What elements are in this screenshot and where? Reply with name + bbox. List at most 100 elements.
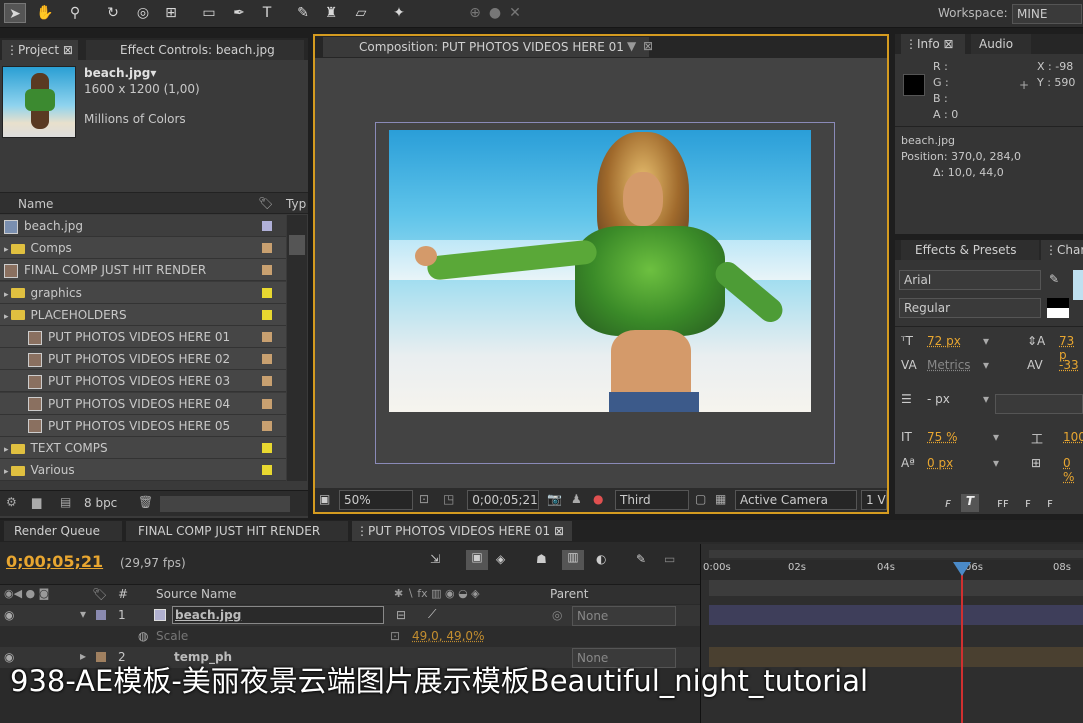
label-swatch[interactable] [262,465,272,476]
type-tool-icon[interactable]: T [256,3,278,23]
puppet-pin-icon[interactable]: ✦ [388,3,410,23]
small-caps-icon[interactable]: ꜰ [1025,496,1031,510]
channel-icon[interactable]: ● [593,492,603,506]
label-swatch[interactable] [262,243,272,254]
label-swatch[interactable] [262,332,272,342]
faux-bold-icon[interactable]: T [961,494,979,512]
always-preview-icon[interactable]: ▣ [319,492,330,506]
frame-blending-icon[interactable]: ▥ [562,550,584,570]
project-item[interactable]: PUT PHOTOS VIDEOS HERE 02 [0,348,286,371]
eye-icon[interactable]: ◉ [4,608,14,622]
tsume-value[interactable]: 0 % [1063,456,1083,484]
motion-blur-icon[interactable]: ◐ [596,552,606,566]
project-item[interactable]: ▸ Comps [0,237,286,260]
tab-final-comp[interactable]: FINAL COMP JUST HIT RENDER [126,521,348,541]
project-scrollbar[interactable] [287,215,307,481]
brainstorm-icon[interactable]: ▭ [664,552,675,566]
stroke-width-value[interactable]: - px [927,392,950,406]
black-swatch[interactable] [1047,298,1069,308]
twirl-icon[interactable]: ▸ [4,312,9,322]
composition-tab-menu-icon[interactable]: ▼ [627,39,636,53]
workspace-dropdown[interactable]: MINE [1012,4,1082,24]
composition-viewer[interactable] [315,58,887,488]
switches-icon[interactable]: ✱ ∖ fx ▥ ◉ ◒ ◈ [394,587,480,600]
label-column-icon[interactable]: 🏷 [258,196,273,210]
brush-tool-icon[interactable]: ✎ [292,3,314,23]
axis-mode-icon[interactable]: ⊕ [464,3,486,23]
current-time-field[interactable]: 0;00;05;21 [467,490,539,510]
all-caps-icon[interactable]: ꜰꜰ [997,496,1009,510]
horizontal-scrollbar[interactable] [160,496,290,512]
project-item[interactable]: beach.jpg [0,215,286,237]
faux-italic-icon[interactable]: ꜰ [945,496,951,510]
magnification-dropdown[interactable]: 50% [339,490,413,510]
kerning-value[interactable]: Metrics [927,358,971,372]
twirl-icon[interactable]: ▸ [4,445,9,455]
shy-switch-icon[interactable]: ⊟ [396,608,406,622]
stroke-style-dropdown[interactable] [995,394,1083,414]
label-swatch[interactable] [262,420,272,431]
label-swatch[interactable] [262,398,272,409]
tab-render-queue[interactable]: Render Queue [4,521,122,541]
layer-row[interactable]: ◉ ▾ 1 beach.jpg ⊟ ⟋ ◎ None [0,605,700,626]
live-update-icon[interactable]: ▣ [466,550,488,570]
link-icon[interactable]: ⊡ [390,629,400,643]
parent-dropdown[interactable]: None [572,606,676,626]
selection-tool-icon[interactable]: ➤ [4,3,26,23]
project-item[interactable]: PUT PHOTOS VIDEOS HERE 05 [0,414,286,437]
eraser-tool-icon[interactable]: ▱ [350,3,372,23]
transparency-grid-icon[interactable]: ▦ [715,492,726,506]
col-source-name-header[interactable]: Source Name [156,587,236,601]
tab-project[interactable]: ⋮Project ⊠ [2,40,78,60]
pan-behind-icon[interactable]: ⊞ [160,3,182,23]
twirl-icon[interactable]: ▸ [4,245,9,255]
bit-depth-label[interactable]: 8 bpc [84,496,117,510]
label-swatch[interactable] [262,287,272,298]
label-swatch[interactable] [262,376,272,387]
layer-name-field[interactable]: beach.jpg [172,606,384,624]
close-tab-icon[interactable]: ⊠ [643,39,653,53]
interpret-footage-icon[interactable]: ⚙ [6,495,17,509]
camera-dropdown[interactable]: Active Camera [735,490,857,510]
tab-effect-controls[interactable]: Effect Controls: beach.jpg [86,40,304,60]
work-area-bar[interactable] [709,550,1083,558]
project-item[interactable]: ▸ graphics [0,281,286,304]
new-comp-icon[interactable]: ▤ [60,495,71,509]
col-parent-header[interactable]: Parent [550,587,588,601]
label-swatch[interactable] [262,309,272,320]
rotate-tool-icon[interactable]: ↻ [102,3,124,23]
white-swatch[interactable] [1047,308,1069,318]
tab-composition[interactable]: Composition: PUT PHOTOS VIDEOS HERE 01 [323,37,649,57]
baseline-shift-value[interactable]: 0 px [927,456,953,470]
tab-info[interactable]: ⋮Info ⊠ [901,34,965,54]
show-snapshot-icon[interactable]: ♟ [571,492,582,506]
tab-audio[interactable]: Audio [971,34,1031,54]
font-family-dropdown[interactable]: Arial [899,270,1041,290]
tab-put-photos-01[interactable]: ⋮PUT PHOTOS VIDEOS HERE 01 ⊠ [352,521,572,541]
font-style-dropdown[interactable]: Regular [899,298,1041,318]
view-axis-icon[interactable]: ✕ [504,3,526,23]
time-ruler[interactable]: 0:00s 02s 04s 06s 08s [701,560,1083,580]
zoom-tool-icon[interactable]: ⚲ [64,3,86,23]
chevron-down-icon[interactable]: ▾ [983,334,989,348]
stopwatch-icon[interactable]: ◍ [138,629,148,643]
timeline-timecode[interactable]: 0;00;05;21 [6,552,103,571]
rectangle-tool-icon[interactable]: ▭ [198,3,220,23]
pick-whip-icon[interactable]: ◎ [552,608,562,622]
world-axis-icon[interactable]: ● [484,3,506,23]
draft-3d-icon[interactable]: ◈ [496,552,505,566]
region-of-interest-icon[interactable]: ▢ [695,492,706,506]
project-item[interactable]: PUT PHOTOS VIDEOS HERE 04 [0,392,286,415]
project-item[interactable]: ▸ Various [0,459,286,481]
twirl-icon[interactable]: ▸ [4,467,9,477]
label-swatch[interactable] [96,610,106,620]
hand-tool-icon[interactable]: ✋ [34,3,56,23]
scale-value[interactable]: 49,0, 49,0% [412,629,484,643]
layer-duration-bar[interactable] [709,605,1083,625]
project-item[interactable]: ▸ PLACEHOLDERS [0,303,286,326]
twirl-down-icon[interactable]: ▾ [80,607,86,621]
col-number-header[interactable]: # [118,587,128,601]
label-swatch[interactable] [262,221,272,231]
resolution-dropdown[interactable]: Third [615,490,689,510]
label-swatch[interactable] [262,443,272,453]
